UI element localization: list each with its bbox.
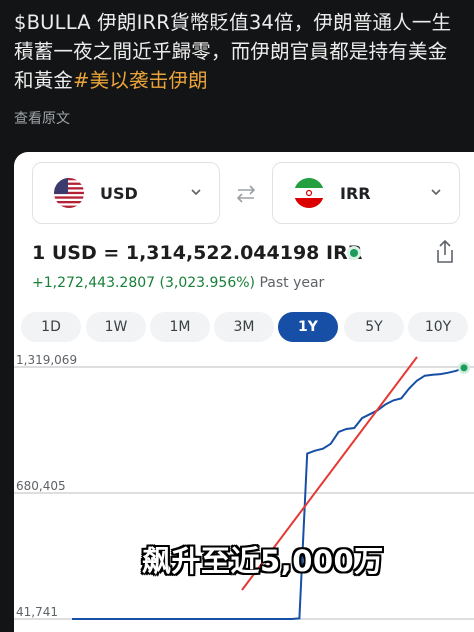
to-currency-select[interactable]: IRR <box>272 162 460 224</box>
change-period: Past year <box>259 275 325 291</box>
period-button-1m[interactable]: 1M <box>150 312 210 342</box>
share-icon[interactable] <box>434 239 456 265</box>
hashtag-link[interactable]: #美以袭击伊朗 <box>73 69 208 92</box>
from-currency-code: USD <box>100 183 138 203</box>
post-text: $BULLA 伊朗IRR貨幣貶值34倍，伊朗普通人一生積蓄一夜之間近乎歸零，而伊… <box>14 8 466 95</box>
view-original-link[interactable]: 查看原文 <box>14 108 70 128</box>
chevron-down-icon <box>431 189 441 196</box>
change-value: +1,272,443.2807 (3,023.956%) <box>32 275 255 291</box>
period-button-5y[interactable]: 5Y <box>344 312 404 342</box>
live-indicator <box>350 249 358 257</box>
y-tick-label: 1,319,069 <box>16 353 77 367</box>
video-caption: 飙升至近5,000万 <box>142 544 384 578</box>
from-currency-select[interactable]: USD <box>32 162 220 224</box>
period-button-1w[interactable]: 1W <box>86 312 146 342</box>
to-currency-code: IRR <box>340 183 371 203</box>
us-flag-icon <box>54 178 84 208</box>
swap-icon[interactable] <box>234 184 258 204</box>
period-button-1y[interactable]: 1Y <box>278 312 338 342</box>
period-button-10y[interactable]: 10Y <box>408 312 468 342</box>
iran-flag-icon <box>294 178 324 208</box>
y-tick-label: 41,741 <box>16 605 58 619</box>
last-point-marker <box>460 364 468 372</box>
chevron-down-icon <box>191 189 201 196</box>
period-button-3m[interactable]: 3M <box>214 312 274 342</box>
exchange-rate: 1 USD = 1,314,522.044198 IRR <box>32 242 363 264</box>
period-button-1d[interactable]: 1D <box>21 312 81 342</box>
y-tick-label: 680,405 <box>16 479 66 493</box>
period-selector: 1D 1W 1M 3M 1Y 5Y 10Y <box>14 312 474 342</box>
rate-chart: 1,319,069 680,405 41,741 <box>14 353 474 620</box>
rate-change: +1,272,443.2807 (3,023.956%) Past year <box>32 275 324 291</box>
